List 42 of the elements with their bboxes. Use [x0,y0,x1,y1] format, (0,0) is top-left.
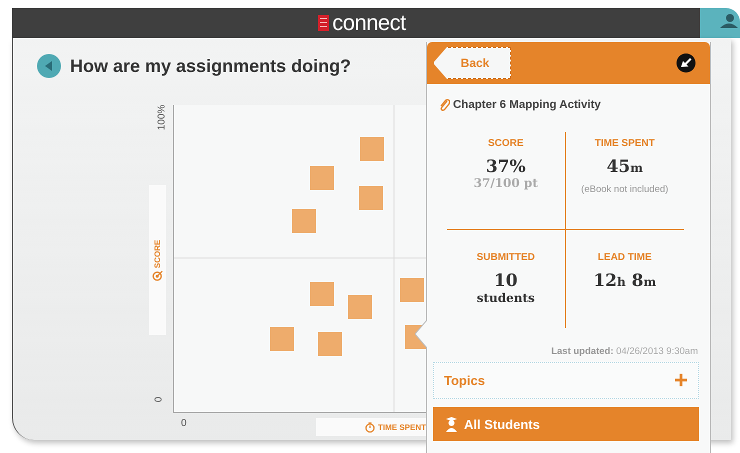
back-button[interactable] [37,54,61,78]
last-updated: Last updated: 04/26/2013 9:30am [550,345,699,357]
stat-note: (eBook not included) [581,184,668,195]
stat-label: LEAD TIME [598,252,652,263]
data-square[interactable] [292,209,316,233]
stopwatch-icon [364,422,375,432]
data-square[interactable] [360,137,384,161]
profile-tab[interactable] [700,8,740,38]
stat-value: 37% [486,159,526,176]
stat-label: TIME SPENT [594,138,655,149]
back-button[interactable]: Back [433,47,511,79]
logo-text: connect [332,12,406,34]
stat-value: 45m [606,159,643,176]
stat-note: students [476,291,535,305]
data-square[interactable] [310,282,334,306]
person-icon [720,14,738,28]
data-square[interactable] [310,166,334,190]
logo-icon [318,15,330,31]
stat-label: SUBMITTED [476,252,535,263]
topics-row[interactable]: Topics + [433,362,699,399]
y-tick-label: 0 [153,396,164,402]
section-header[interactable]: All Students [433,407,699,441]
x-tick-label: 0 [181,418,187,429]
stat-value: 10 [494,273,518,290]
assignment-title: Chapter 6 Mapping Activity [453,99,601,111]
y-axis-label: SCORE [153,239,162,268]
y-tick-label: 100% [156,104,168,130]
data-square[interactable] [359,186,383,210]
data-square[interactable] [400,278,424,302]
data-square[interactable] [270,327,294,351]
stat-note: 37/100 pt [474,176,538,190]
person-icon [445,416,458,432]
target-icon [152,270,163,281]
data-square[interactable] [348,295,372,319]
section-title: All Students [464,416,540,432]
stat-label: SCORE [488,138,524,149]
stat-value: 12h 8m [593,273,656,290]
page-title: How are my assignments doing? [70,56,352,76]
triangle-icon [45,61,53,71]
paperclip-icon [439,98,450,112]
x-axis-label: TIME SPENT [378,422,426,432]
data-square[interactable] [318,332,342,356]
